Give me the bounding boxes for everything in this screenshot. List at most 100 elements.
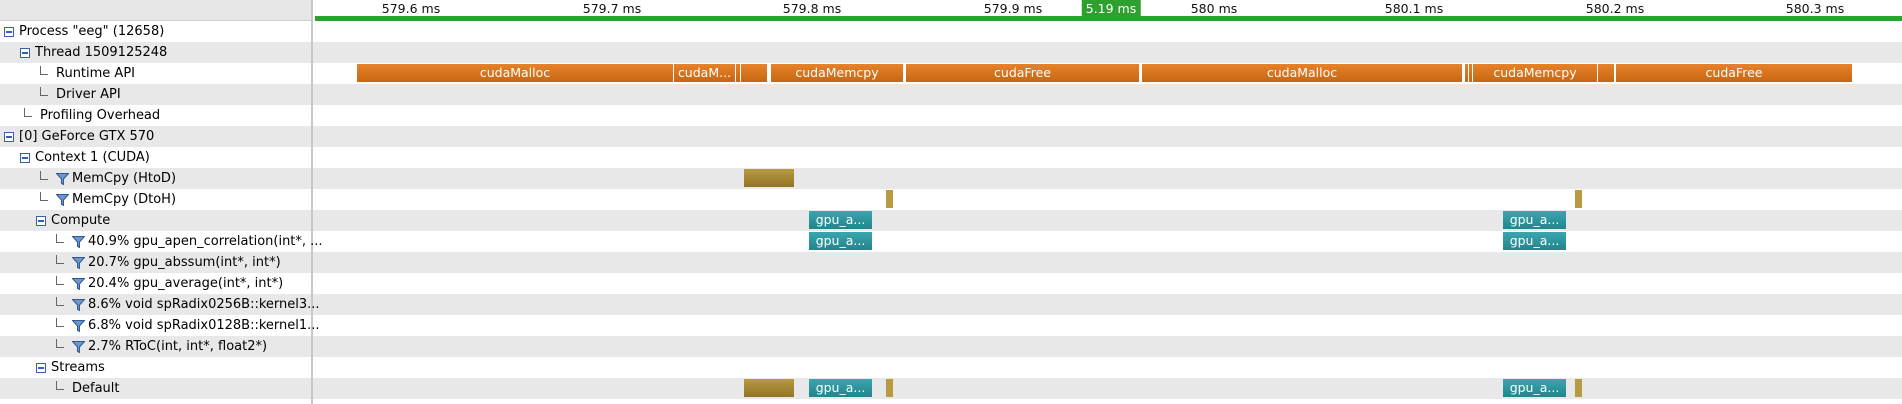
- timeline-tree-panel: Process "eeg" (12658) Thread 1509125248 …: [0, 0, 323, 404]
- tree-row-driver-api[interactable]: Driver API: [0, 84, 351, 105]
- default-stream-track: gpu_a... gpu_a...: [315, 378, 1902, 399]
- filter-icon[interactable]: [56, 193, 69, 206]
- kernel-label: 20.4% gpu_average(int*, int*): [88, 276, 284, 291]
- profiling-overhead-label: Profiling Overhead: [40, 108, 161, 123]
- kernel-label: 6.8% void spRadix0128B::kernel1...: [88, 318, 320, 333]
- ruler-tick-label: 579.9 ms: [983, 1, 1043, 16]
- collapse-icon[interactable]: [4, 131, 14, 142]
- memcpy-bar[interactable]: [886, 379, 893, 397]
- profiler-window: Process "eeg" (12658) Thread 1509125248 …: [0, 0, 1902, 404]
- tree-row-compute[interactable]: Compute: [0, 210, 347, 231]
- filter-icon[interactable]: [72, 340, 85, 353]
- memcpy-htod-label: MemCpy (HtoD): [72, 171, 177, 186]
- memcpy-dtoh-track: [315, 189, 1902, 210]
- tree-row-default-stream[interactable]: Default: [0, 378, 367, 399]
- filter-icon[interactable]: [72, 235, 85, 248]
- memcpy-htod-track: [315, 168, 1902, 189]
- tree-row-kernel[interactable]: 8.6% void spRadix0256B::kernel3...: [0, 294, 367, 315]
- device-label: [0] GeForce GTX 570: [19, 129, 155, 144]
- kernel-label: 2.7% RToC(int, int*, float2*): [88, 339, 268, 354]
- memcpy-bar[interactable]: [1575, 190, 1582, 208]
- kernel-bar[interactable]: gpu_a...: [809, 211, 872, 229]
- collapse-icon[interactable]: [36, 215, 46, 226]
- timeline-panel[interactable]: 579.6 ms 579.7 ms 579.8 ms 579.9 ms 580 …: [315, 0, 1902, 404]
- kernel-label: 40.9% gpu_apen_correlation(int*, ...: [88, 234, 323, 249]
- context-label: Context 1 (CUDA): [35, 150, 150, 165]
- tree-row-memcpy-dtoh[interactable]: MemCpy (DtoH): [0, 189, 351, 210]
- tree-row-runtime-api[interactable]: Runtime API: [0, 63, 351, 84]
- tree-row-device[interactable]: [0] GeForce GTX 570: [0, 126, 315, 147]
- tree-branch-icon: [56, 339, 64, 348]
- driver-api-label: Driver API: [56, 87, 121, 102]
- compute-track: gpu_a... gpu_a...: [315, 210, 1902, 231]
- ruler-tick-label: 580.2 ms: [1585, 1, 1645, 16]
- thread-label: Thread 1509125248: [35, 45, 168, 60]
- api-call-bar[interactable]: cudaFree: [1616, 64, 1853, 82]
- ruler-tick-label: 580 ms: [1190, 1, 1238, 16]
- tree-branch-icon: [56, 318, 64, 327]
- tree-row-streams[interactable]: Streams: [0, 357, 347, 378]
- tree-row-process[interactable]: Process "eeg" (12658): [0, 21, 315, 42]
- tree-row-kernel[interactable]: 6.8% void spRadix0128B::kernel1...: [0, 315, 367, 336]
- api-call-bar[interactable]: cudaMemcpy: [1473, 64, 1598, 82]
- collapse-icon[interactable]: [36, 362, 46, 373]
- tree-branch-icon: [40, 87, 48, 96]
- kernel-label: 20.7% gpu_abssum(int*, int*): [88, 255, 281, 270]
- kernel-bar[interactable]: gpu_a...: [1503, 232, 1566, 250]
- tree-row-context[interactable]: Context 1 (CUDA): [0, 147, 331, 168]
- filter-icon[interactable]: [72, 256, 85, 269]
- api-call-bar[interactable]: cudaMalloc: [1142, 64, 1463, 82]
- tree-row-kernel[interactable]: 40.9% gpu_apen_correlation(int*, ...: [0, 231, 367, 252]
- default-stream-label: Default: [72, 381, 120, 396]
- ruler-tick-label: 579.6 ms: [381, 1, 441, 16]
- kernel-bar[interactable]: gpu_a...: [809, 379, 872, 397]
- tree-branch-icon: [56, 234, 64, 243]
- compute-label: Compute: [51, 213, 111, 228]
- filter-icon[interactable]: [72, 298, 85, 311]
- process-label: Process "eeg" (12658): [19, 24, 165, 39]
- tree-row-kernel[interactable]: 2.7% RToC(int, int*, float2*): [0, 336, 367, 357]
- tree-row-thread[interactable]: Thread 1509125248: [0, 42, 331, 63]
- filter-icon[interactable]: [56, 172, 69, 185]
- ruler-tick-label: 579.7 ms: [582, 1, 642, 16]
- collapse-icon[interactable]: [20, 152, 30, 163]
- collapse-icon[interactable]: [4, 26, 14, 37]
- memcpy-bar[interactable]: [744, 169, 794, 187]
- tree-branch-icon: [56, 297, 64, 306]
- memcpy-bar[interactable]: [886, 190, 893, 208]
- tree-branch-icon: [56, 381, 64, 390]
- tree-branch-icon: [40, 66, 48, 75]
- filter-icon[interactable]: [72, 277, 85, 290]
- kernel-bar[interactable]: gpu_a...: [1503, 211, 1566, 229]
- tree-branch-icon: [40, 171, 48, 180]
- tree-branch-icon: [40, 192, 48, 201]
- tree-header: [0, 0, 311, 21]
- kernel-label: 8.6% void spRadix0256B::kernel3...: [88, 297, 320, 312]
- kernel-bar[interactable]: gpu_a...: [1503, 379, 1566, 397]
- runtime-api-track: cudaMalloc cudaM... cudaMemcpy cudaFree …: [315, 63, 1902, 84]
- tree-branch-icon: [24, 108, 32, 117]
- memcpy-bar[interactable]: [744, 379, 794, 397]
- api-call-bar[interactable]: cudaFree: [906, 64, 1140, 82]
- api-call-bar[interactable]: cudaM...: [674, 64, 736, 82]
- tree-row-kernel[interactable]: 20.7% gpu_abssum(int*, int*): [0, 252, 367, 273]
- api-call-bar[interactable]: cudaMalloc: [357, 64, 674, 82]
- memcpy-bar[interactable]: [1575, 379, 1582, 397]
- api-call-bar[interactable]: [741, 64, 768, 82]
- tree-row-profiling-overhead[interactable]: Profiling Overhead: [0, 105, 335, 126]
- runtime-api-label: Runtime API: [56, 66, 135, 81]
- tree-row-kernel[interactable]: 20.4% gpu_average(int*, int*): [0, 273, 367, 294]
- filter-icon[interactable]: [72, 319, 85, 332]
- tree-branch-icon: [56, 255, 64, 264]
- api-call-bar[interactable]: cudaMemcpy: [771, 64, 904, 82]
- kernel-track: gpu_a... gpu_a...: [315, 231, 1902, 252]
- collapse-icon[interactable]: [20, 47, 30, 58]
- kernel-bar[interactable]: gpu_a...: [809, 232, 872, 250]
- ruler-tick-label: 580.1 ms: [1384, 1, 1444, 16]
- memcpy-dtoh-label: MemCpy (DtoH): [72, 192, 177, 207]
- cursor-time-label: 5.19 ms: [1081, 0, 1141, 19]
- tree-branch-icon: [56, 276, 64, 285]
- tree-row-memcpy-htod[interactable]: MemCpy (HtoD): [0, 168, 351, 189]
- ruler-tick-label: 580.3 ms: [1785, 1, 1845, 16]
- api-call-bar[interactable]: [1598, 64, 1615, 82]
